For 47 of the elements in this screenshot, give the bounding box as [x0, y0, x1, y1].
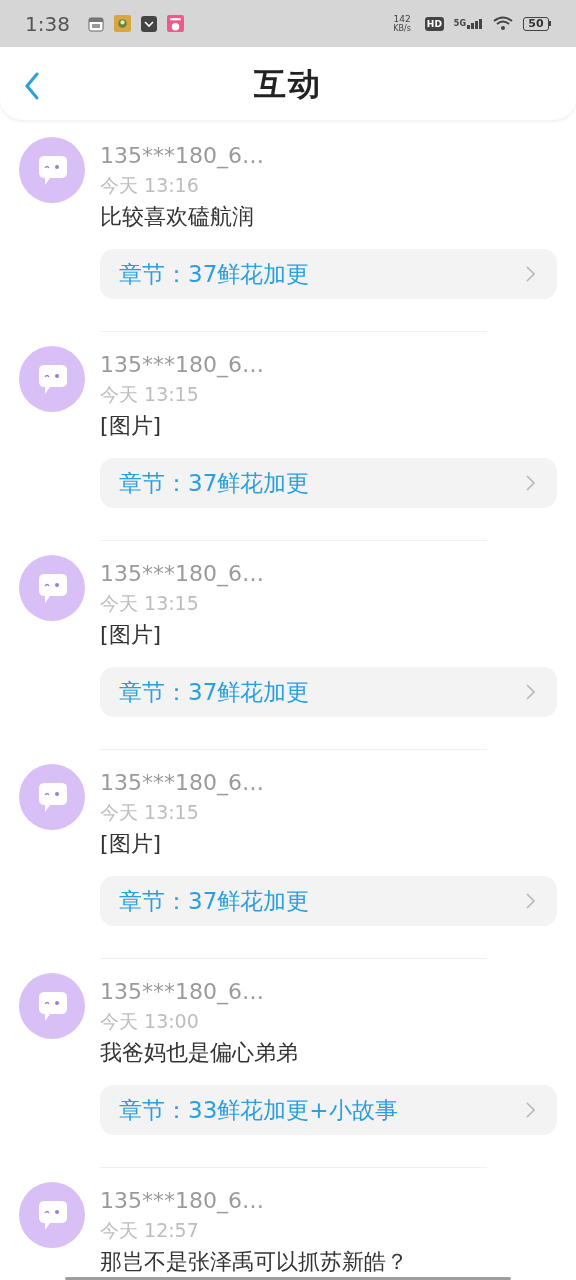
app-icon [166, 15, 184, 32]
comment-time: 今天 13:16 [100, 173, 200, 198]
hd-badge: HD [424, 16, 444, 31]
username: 135***180_6… [100, 142, 265, 171]
avatar-icon [19, 764, 85, 830]
speed-value: 142 [393, 14, 411, 24]
battery-indicator: 50 [523, 16, 549, 31]
comment-text: 那岂不是张泽禹可以抓苏新皓？ [100, 1248, 409, 1276]
comment-time: 今天 13:00 [100, 1009, 200, 1034]
avatar-icon [19, 973, 85, 1039]
comment-text: [图片] [100, 621, 163, 649]
chevron-icon [526, 266, 535, 282]
network-label: 5G [453, 18, 466, 28]
chevron-icon [526, 1102, 535, 1118]
calendar-icon [87, 15, 104, 32]
username: 135***180_6… [100, 978, 265, 1007]
chapter-link[interactable]: 章节：37鲜花加更 [100, 876, 557, 926]
game-icon [113, 15, 131, 32]
avatar-icon [19, 137, 85, 203]
chevron-icon [526, 684, 535, 700]
page-title: 互动 [254, 63, 322, 105]
username: 135***180_6… [100, 1187, 265, 1216]
speed-unit: KB/s [393, 23, 411, 33]
comment-time: 今天 13:15 [100, 591, 200, 616]
username: 135***180_6… [100, 769, 265, 798]
chevron-icon [526, 475, 535, 491]
chevron-icon [526, 893, 535, 909]
comment-time: 今天 12:57 [100, 1218, 200, 1243]
chapter-link[interactable]: 章节：33鲜花加更+小故事 [100, 1085, 557, 1135]
avatar-icon [19, 346, 85, 412]
comment-time: 今天 13:15 [100, 382, 200, 407]
username: 135***180_6… [100, 351, 265, 380]
comment-text: 我爸妈也是偏心弟弟 [100, 1039, 299, 1067]
chapter-link[interactable]: 章节：37鲜花加更 [100, 249, 557, 299]
status-time: 1:38 [25, 10, 70, 38]
comment-text: [图片] [100, 412, 163, 440]
mail-icon [140, 15, 157, 32]
avatar-icon [19, 555, 85, 621]
chapter-link[interactable]: 章节：37鲜花加更 [100, 667, 557, 717]
comment-text: [图片] [100, 830, 163, 858]
username: 135***180_6… [100, 560, 265, 589]
chapter-link[interactable]: 章节：37鲜花加更 [100, 458, 557, 508]
comment-text: 比较喜欢磕航润 [100, 203, 255, 231]
avatar-icon [19, 1182, 85, 1248]
signal-icon [467, 18, 483, 29]
comment-time: 今天 13:15 [100, 800, 200, 825]
wifi-icon [493, 16, 513, 31]
